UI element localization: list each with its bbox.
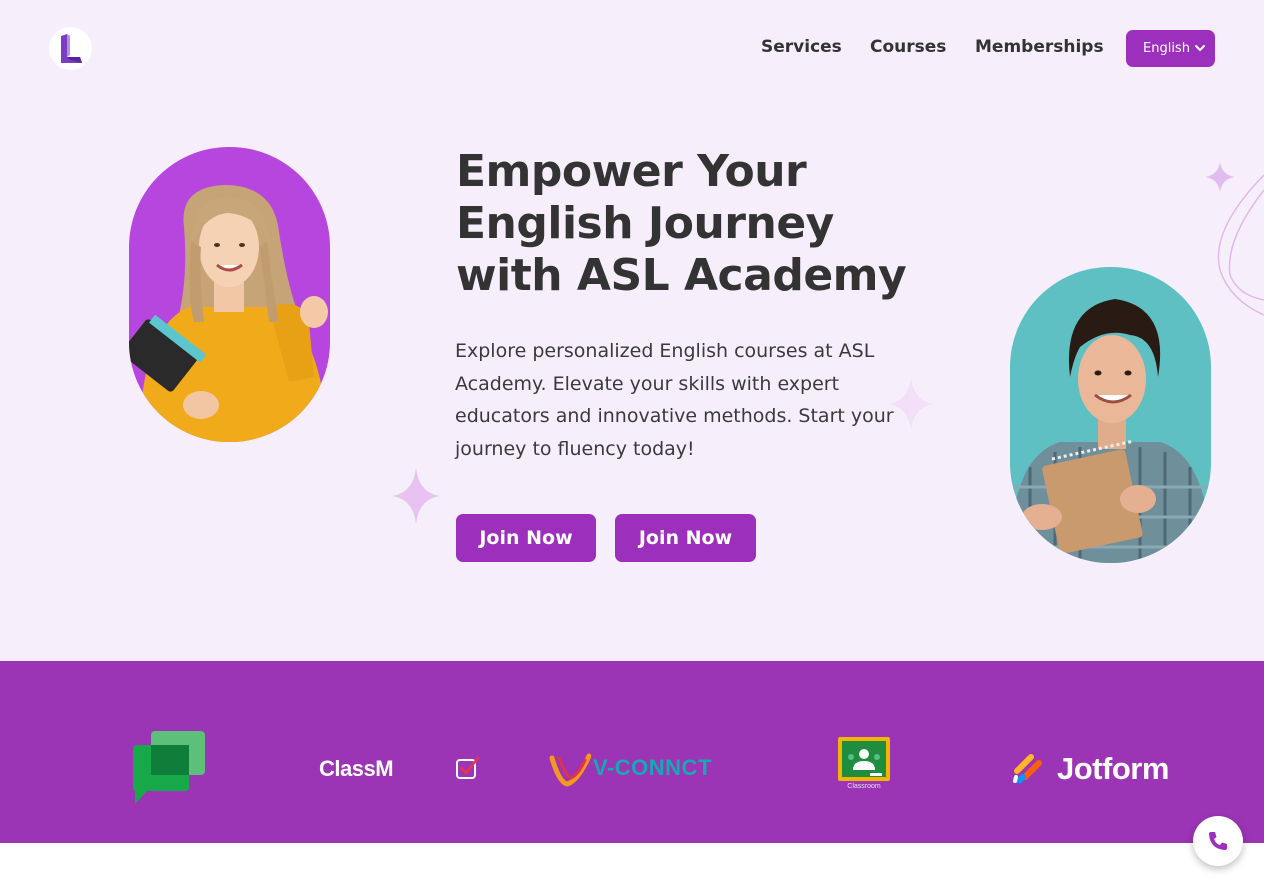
- jotform-logo-text[interactable]: Jotform: [1057, 751, 1169, 787]
- sparkle-icon: [392, 468, 440, 524]
- hero-headline: Empower Your English Journey with ASL Ac…: [456, 146, 907, 301]
- nav-memberships[interactable]: Memberships: [975, 37, 1104, 61]
- google-chat-logo-icon[interactable]: [133, 731, 205, 805]
- hero-description: Explore personalized English courses at …: [455, 340, 894, 460]
- hero-section: Services Courses Memberships English Emp…: [0, 0, 1264, 661]
- sparkle-icon: [888, 378, 934, 430]
- checkbox-logo-icon[interactable]: [456, 756, 480, 780]
- google-classroom-logo-icon[interactable]: [838, 737, 890, 783]
- nav-courses[interactable]: Courses: [870, 37, 946, 61]
- call-button[interactable]: [1193, 816, 1243, 866]
- language-select-value: English: [1143, 41, 1190, 56]
- join-now-button-secondary[interactable]: Join Now: [615, 514, 756, 562]
- student-man-photo: [1010, 267, 1211, 563]
- chevron-down-icon: [1195, 45, 1205, 51]
- classroom-logo-label: Classroom: [847, 783, 881, 790]
- nav-services[interactable]: Services: [761, 37, 842, 61]
- language-select[interactable]: English: [1126, 30, 1215, 67]
- student-woman-photo: [129, 147, 330, 442]
- phone-icon: [1209, 832, 1227, 850]
- classm-logo-text[interactable]: ClassM: [319, 756, 394, 782]
- decorative-curve-icon: [1217, 174, 1264, 316]
- jotform-logo-icon[interactable]: [1013, 753, 1043, 783]
- vconnct-logo-text[interactable]: V-CONNCT: [593, 755, 712, 781]
- vconnct-logo-icon[interactable]: [549, 752, 591, 788]
- academy-logo-icon[interactable]: [49, 27, 92, 70]
- join-now-button[interactable]: Join Now: [456, 514, 596, 562]
